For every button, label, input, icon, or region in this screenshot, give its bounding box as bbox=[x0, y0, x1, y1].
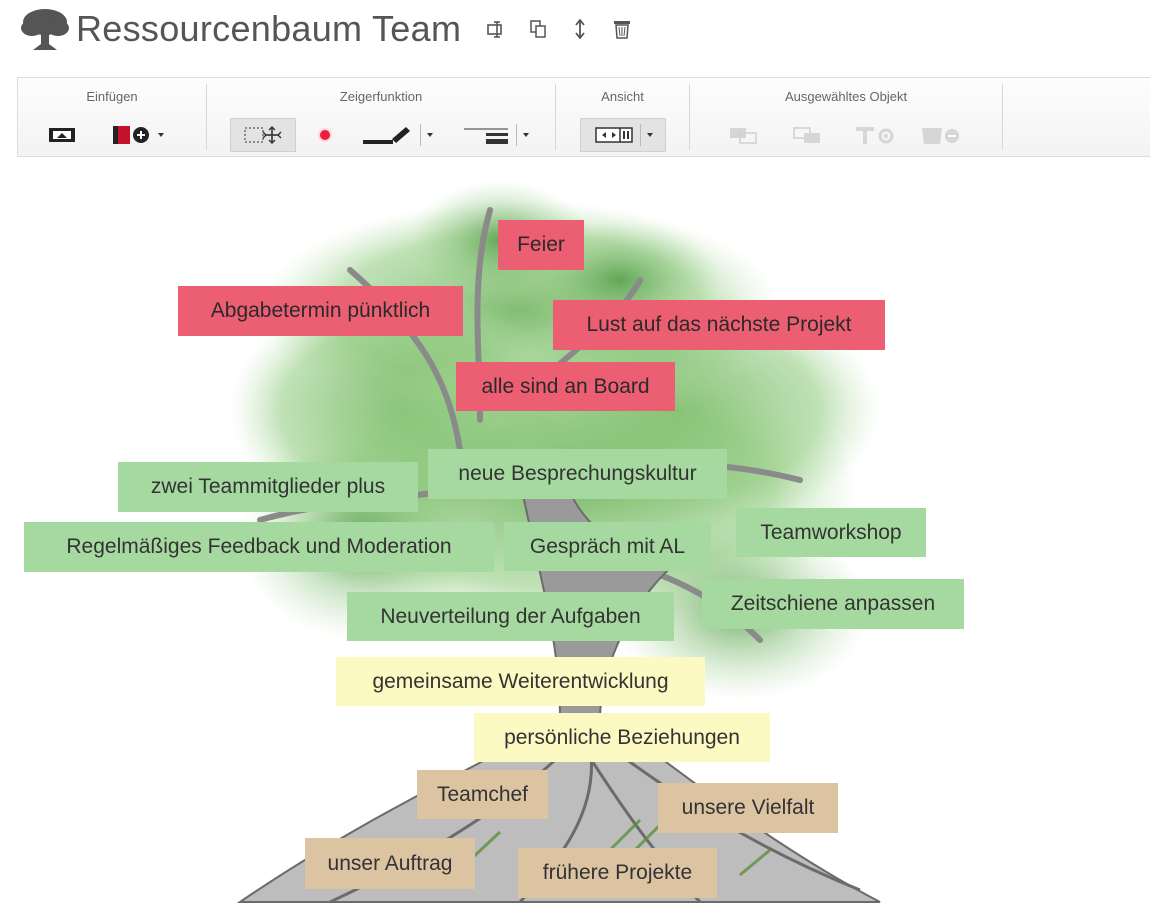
pen-tool-button[interactable] bbox=[357, 118, 437, 152]
group-title-selected: Ausgewähltes Objekt bbox=[784, 89, 908, 104]
copy-icon[interactable] bbox=[527, 18, 549, 40]
text-settings-icon bbox=[856, 127, 894, 144]
group-insert: Einfügen bbox=[18, 78, 206, 156]
group-selected-object: Ausgewähltes Objekt bbox=[690, 78, 1002, 156]
delete-object-button[interactable] bbox=[916, 118, 968, 152]
sticky-note[interactable]: Abgabetermin pünktlich bbox=[178, 286, 463, 336]
view-mode-button[interactable] bbox=[580, 118, 666, 152]
dropdown-separator bbox=[515, 124, 517, 146]
fit-width-icon bbox=[594, 127, 633, 143]
sticky-note[interactable]: Gespräch mit AL bbox=[504, 522, 711, 571]
sticky-note[interactable]: frühere Projekte bbox=[518, 848, 717, 898]
sticky-note[interactable]: gemeinsame Weiterentwicklung bbox=[336, 657, 705, 706]
sticky-note[interactable]: Lust auf das nächste Projekt bbox=[553, 300, 885, 350]
chevron-down-icon bbox=[646, 133, 653, 137]
edit-text-icon[interactable] bbox=[485, 18, 507, 40]
group-title-pointer: Zeigerfunktion bbox=[339, 89, 423, 104]
title-actions bbox=[485, 18, 633, 40]
sticky-note[interactable]: neue Besprechungskultur bbox=[428, 449, 727, 499]
page-title: Ressourcenbaum Team bbox=[76, 8, 462, 49]
group-pointer: Zeigerfunktion bbox=[207, 78, 555, 156]
tree-icon bbox=[21, 9, 69, 50]
sticky-note[interactable]: Feier bbox=[498, 220, 584, 270]
toolbar-divider bbox=[1002, 84, 1003, 150]
line-width-icon bbox=[463, 128, 508, 144]
laser-pointer-button[interactable] bbox=[307, 118, 343, 152]
board-canvas[interactable]: Feier Abgabetermin pünktlich Lust auf da… bbox=[0, 160, 1150, 908]
sticky-note[interactable]: persönliche Beziehungen bbox=[474, 713, 770, 762]
select-move-button[interactable] bbox=[230, 118, 296, 152]
send-backward-icon bbox=[793, 127, 820, 143]
sticky-note[interactable]: alle sind an Board bbox=[456, 362, 675, 411]
laser-dot-icon bbox=[318, 128, 332, 142]
text-settings-button[interactable] bbox=[850, 118, 902, 152]
dropdown-separator bbox=[639, 124, 641, 146]
bring-forward-icon bbox=[730, 128, 757, 144]
select-move-icon bbox=[244, 126, 282, 144]
group-title-insert: Einfügen bbox=[86, 89, 138, 104]
chevron-down-icon bbox=[426, 133, 433, 137]
sticky-note[interactable]: Neuverteilung der Aufgaben bbox=[347, 592, 674, 641]
sticky-note[interactable]: zwei Teammitglieder plus bbox=[118, 462, 418, 512]
dropdown-separator bbox=[419, 124, 421, 146]
delete-object-icon bbox=[922, 128, 959, 144]
insert-image-button[interactable] bbox=[42, 118, 82, 152]
chevron-down-icon bbox=[522, 133, 529, 137]
group-title-view: Ansicht bbox=[601, 89, 644, 104]
title-bar: Ressourcenbaum Team bbox=[20, 6, 633, 52]
sticky-note[interactable]: Zeitschiene anpassen bbox=[702, 579, 964, 629]
sticky-note[interactable]: unsere Vielfalt bbox=[658, 783, 838, 833]
chevron-down-icon bbox=[158, 133, 164, 137]
pen-icon bbox=[362, 127, 410, 144]
trash-icon[interactable] bbox=[611, 18, 633, 40]
sticky-note[interactable]: Teamchef bbox=[417, 770, 548, 819]
send-backward-button[interactable] bbox=[786, 118, 830, 152]
sticky-note[interactable]: unser Auftrag bbox=[305, 838, 475, 889]
insert-card-icon bbox=[113, 126, 149, 144]
insert-card-button[interactable] bbox=[102, 118, 174, 152]
sticky-note[interactable]: Regelmäßiges Feedback und Moderation bbox=[24, 522, 494, 572]
move-vertical-icon[interactable] bbox=[569, 18, 591, 40]
sticky-note[interactable]: Teamworkshop bbox=[736, 508, 926, 557]
toolbar: Einfügen Zeigerfunktion Ansicht Ausgewäh… bbox=[17, 77, 1150, 157]
group-view: Ansicht bbox=[556, 78, 689, 156]
line-width-button[interactable] bbox=[455, 118, 535, 152]
insert-image-icon bbox=[49, 128, 75, 142]
bring-forward-button[interactable] bbox=[722, 118, 766, 152]
